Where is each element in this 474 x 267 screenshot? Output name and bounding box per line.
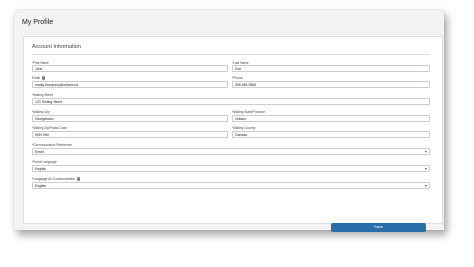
mailing-city-label-text: Mailing City bbox=[33, 110, 50, 114]
mailing-state-label-text: Mailing State/Province bbox=[233, 110, 265, 114]
mailing-country-input[interactable]: Canada bbox=[232, 131, 430, 138]
account-information-card: Account Information *First Name John *La… bbox=[23, 36, 443, 232]
last-name-input[interactable]: Doe bbox=[232, 65, 430, 72]
chevron-down-icon: ▾ bbox=[424, 166, 427, 171]
email-label: Email i bbox=[32, 76, 46, 80]
section-title: Account Information bbox=[32, 44, 81, 50]
portal-language-label: *Portal Language bbox=[32, 160, 57, 164]
communication-preference-select[interactable]: Email ▾ bbox=[32, 148, 430, 155]
language-for-communication-select[interactable]: English ▾ bbox=[32, 182, 430, 189]
mailing-zip-label-text: Mailing Zip/Postal Code bbox=[33, 126, 67, 130]
email-label-text: Email bbox=[32, 76, 40, 80]
mailing-street-input[interactable]: 123 Testing Street bbox=[32, 98, 430, 105]
communication-preference-value: Email bbox=[35, 150, 44, 154]
chevron-down-icon: ▾ bbox=[424, 149, 427, 154]
email-field[interactable]: marky.thompson@ontario.ca bbox=[32, 81, 228, 88]
info-icon[interactable]: i bbox=[77, 177, 81, 181]
mailing-street-label: *Mailing Street bbox=[32, 93, 53, 97]
mailing-country-label-text: Mailing Country bbox=[233, 126, 256, 130]
mailing-city-label: *Mailing City bbox=[32, 110, 50, 114]
phone-label-text: Phone bbox=[233, 76, 243, 80]
save-button[interactable]: Save bbox=[331, 223, 426, 232]
portal-language-label-text: Portal Language bbox=[33, 160, 57, 164]
section-divider bbox=[32, 54, 430, 55]
info-icon[interactable]: i bbox=[41, 76, 46, 80]
mailing-city-input[interactable]: Georgetown bbox=[32, 115, 228, 122]
first-name-input[interactable]: John bbox=[32, 65, 228, 72]
communication-preference-label-text: Communication Preference bbox=[33, 143, 72, 147]
phone-label: *Phone bbox=[232, 76, 242, 80]
mailing-zip-input[interactable]: N0N 0N0 bbox=[32, 131, 228, 138]
language-for-communication-value: English bbox=[35, 184, 47, 188]
mailing-zip-label: *Mailing Zip/Postal Code bbox=[32, 126, 67, 130]
page-title: My Profile bbox=[22, 19, 54, 26]
portal-language-value: English bbox=[35, 167, 47, 171]
mailing-country-label: *Mailing Country bbox=[232, 126, 255, 130]
language-for-communication-label-text: Language for Communication bbox=[33, 177, 76, 181]
portal-language-select[interactable]: English ▾ bbox=[32, 165, 430, 172]
chevron-down-icon: ▾ bbox=[424, 183, 427, 188]
language-for-communication-label: *Language for Communication i bbox=[32, 177, 81, 181]
phone-input[interactable]: 555-555-5555 bbox=[232, 81, 430, 88]
communication-preference-label: *Communication Preference bbox=[32, 143, 72, 147]
mailing-street-label-text: Mailing Street bbox=[33, 93, 53, 97]
screenshot-frame: My Profile Account Information *First Na… bbox=[14, 10, 444, 232]
mailing-state-input[interactable]: Ontario bbox=[232, 115, 430, 122]
mailing-state-label: *Mailing State/Province bbox=[232, 110, 265, 114]
